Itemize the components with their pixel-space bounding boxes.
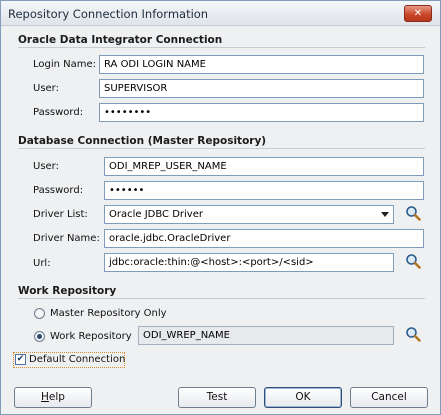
odi-password-label: Password: [33, 107, 84, 118]
section-divider [18, 47, 425, 48]
test-button-label: Test [206, 391, 228, 403]
work-repository-field[interactable]: ODI_WREP_NAME [138, 326, 394, 345]
close-icon: ✕ [413, 8, 423, 19]
odi-connection-heading: Oracle Data Integrator Connection [18, 34, 223, 46]
driver-name-label: Driver Name: [33, 233, 100, 244]
magnifier-icon[interactable] [405, 253, 421, 269]
driver-list-label: Driver List: [33, 209, 88, 220]
cancel-button-label: Cancel [371, 391, 407, 403]
driver-list-select[interactable]: Oracle JDBC Driver [104, 205, 394, 224]
magnifier-icon[interactable] [405, 205, 421, 221]
section-divider [18, 148, 425, 149]
magnifier-icon[interactable] [405, 326, 421, 342]
default-connection-checkbox[interactable]: ✔ [15, 354, 26, 365]
help-button-label: Help [41, 391, 65, 403]
work-repository-heading: Work Repository [18, 285, 117, 297]
login-name-field[interactable]: RA ODI LOGIN NAME [99, 55, 424, 74]
db-user-field[interactable]: ODI_MREP_USER_NAME [104, 157, 424, 176]
cancel-button[interactable]: Cancel [350, 387, 428, 408]
dialog-title: Repository Connection Information [8, 7, 209, 21]
help-button[interactable]: Help [14, 387, 92, 408]
db-connection-heading: Database Connection (Master Repository) [18, 135, 267, 147]
url-label: Url: [33, 258, 51, 269]
repository-connection-dialog: Repository Connection Information ✕ Orac… [0, 0, 441, 415]
close-button[interactable]: ✕ [404, 5, 432, 22]
url-field[interactable]: jdbc:oracle:thin:@<host>:<port>/<sid> [104, 253, 394, 272]
chevron-down-icon[interactable] [381, 212, 389, 217]
db-user-label: User: [33, 161, 59, 172]
ok-button-label: OK [295, 391, 311, 403]
title-bar: Repository Connection Information ✕ [1, 1, 440, 26]
odi-user-label: User: [33, 83, 59, 94]
login-name-label: Login Name: [33, 59, 97, 70]
db-password-field[interactable]: •••••• [104, 181, 424, 200]
master-repository-only-label[interactable]: Master Repository Only [50, 308, 167, 319]
test-button[interactable]: Test [178, 387, 256, 408]
db-password-label: Password: [33, 185, 84, 196]
default-connection-label[interactable]: Default Connection [29, 354, 125, 365]
ok-button[interactable]: OK [264, 387, 342, 408]
driver-list-value: Oracle JDBC Driver [109, 209, 203, 220]
checkmark-icon: ✔ [16, 354, 25, 364]
master-repository-only-radio[interactable] [34, 308, 45, 319]
driver-name-field[interactable]: oracle.jdbc.OracleDriver [104, 229, 424, 248]
odi-password-field[interactable]: •••••••• [99, 103, 424, 122]
odi-user-field[interactable]: SUPERVISOR [99, 79, 424, 98]
work-repository-label[interactable]: Work Repository [50, 331, 132, 342]
work-repository-radio[interactable] [34, 331, 45, 342]
section-divider [18, 298, 425, 299]
